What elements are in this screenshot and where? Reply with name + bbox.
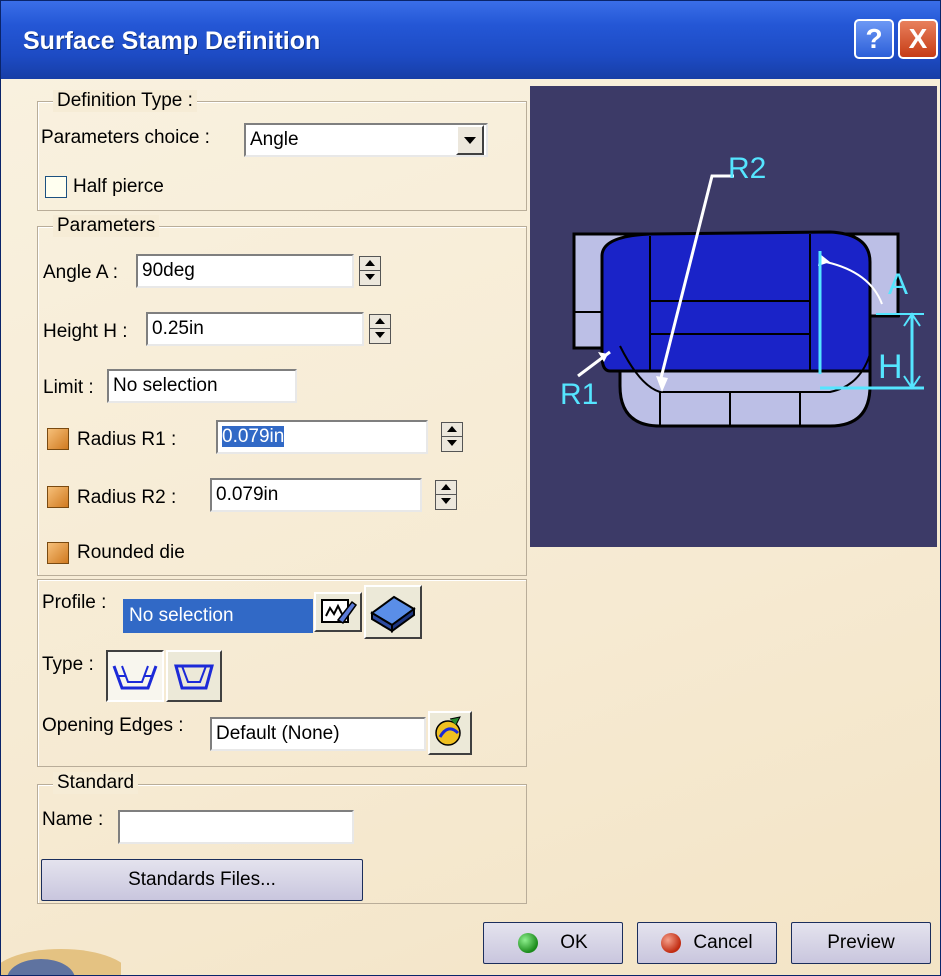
surface-button[interactable] [364,585,422,639]
definition-type-legend: Definition Type : [53,90,197,112]
angle-spinner[interactable] [359,256,381,286]
preview-r1-label: R1 [560,378,598,411]
chevron-down-icon[interactable] [456,125,484,155]
cancel-label: Cancel [693,932,753,953]
spin-up-icon[interactable] [360,257,380,271]
limit-value: No selection [113,375,218,396]
opening-edges-value: Default (None) [216,723,340,744]
parameters-choice-value: Angle [250,129,299,150]
ok-label: OK [560,932,588,953]
preview-a-label: A [888,268,908,301]
radius-r2-spinner[interactable] [435,480,457,510]
profile-value: No selection [129,605,234,626]
cancel-status-icon [661,932,682,953]
limit-field[interactable]: No selection [107,369,297,403]
radius-r1-checkbox[interactable] [47,428,69,450]
height-spinner[interactable] [369,314,391,344]
sketch-button[interactable] [314,592,362,632]
standard-legend: Standard [53,772,139,794]
close-button[interactable]: X [898,19,938,59]
spin-up-icon[interactable] [442,423,462,437]
name-input[interactable] [118,810,354,844]
spin-down-icon[interactable] [436,495,456,508]
height-label: Height H : [43,321,128,342]
spin-down-icon[interactable] [442,437,462,450]
stamp-diagram: R2 R1 A H [560,152,924,428]
parameters-choice-label: Parameters choice : [41,127,210,148]
radius-r1-value: 0.079in [222,426,285,447]
limit-label: Limit : [43,377,94,398]
title-bar[interactable]: Surface Stamp Definition ? X [1,1,940,79]
rounded-die-label: Rounded die [77,542,185,563]
die-type-icon [174,664,214,690]
cancel-button[interactable]: Cancel [637,922,777,964]
type-punch-button[interactable] [106,650,164,702]
profile-field[interactable]: No selection [123,599,313,633]
preview-h-label: H [878,348,903,386]
angle-label: Angle A : [43,262,119,283]
parameters-choice-select[interactable]: Angle [244,123,488,157]
decorative-corner-graphic [1,949,121,975]
dialog-body: Definition Type : Parameters choice : An… [1,79,940,975]
radius-r2-input[interactable]: 0.079in [210,478,422,512]
dialog-title: Surface Stamp Definition [23,27,321,55]
radius-r1-input[interactable]: 0.079in [216,420,428,454]
sketch-icon [321,599,358,624]
surface-icon [370,595,416,633]
radius-r2-checkbox[interactable] [47,486,69,508]
preview-button[interactable]: Preview [791,922,931,964]
name-label: Name : [42,809,104,830]
rounded-die-checkbox[interactable] [47,542,69,564]
spin-up-icon[interactable] [436,481,456,495]
opening-edges-field[interactable]: Default (None) [210,717,426,751]
angle-value: 90deg [142,260,195,281]
half-pierce-checkbox[interactable] [45,176,67,198]
type-die-button[interactable] [166,650,222,702]
radius-r1-spinner[interactable] [441,422,463,452]
preview-r2-label: R2 [728,152,766,185]
height-input[interactable]: 0.25in [146,312,364,346]
edge-selection-icon [435,716,461,746]
radius-r1-label: Radius R1 : [77,429,177,450]
radius-r2-value: 0.079in [216,484,279,505]
spin-down-icon[interactable] [370,329,390,342]
standards-files-button[interactable]: Standards Files... [41,859,363,901]
height-value: 0.25in [152,318,204,339]
ok-button[interactable]: OK [483,922,623,964]
type-label: Type : [42,654,94,675]
spin-up-icon[interactable] [370,315,390,329]
stamp-preview-image: R2 R1 A H [530,86,937,547]
parameters-legend: Parameters [53,215,160,237]
opening-edges-button[interactable] [428,711,472,755]
profile-label: Profile : [42,592,107,613]
ok-status-icon [518,932,539,953]
opening-edges-label: Opening Edges : [42,715,184,736]
help-button[interactable]: ? [854,19,894,59]
radius-r2-label: Radius R2 : [77,487,177,508]
angle-input[interactable]: 90deg [136,254,354,288]
spin-down-icon[interactable] [360,271,380,284]
surface-stamp-dialog: Surface Stamp Definition ? X Definition … [0,0,941,976]
punch-type-icon [112,665,158,690]
half-pierce-label: Half pierce [73,176,164,197]
